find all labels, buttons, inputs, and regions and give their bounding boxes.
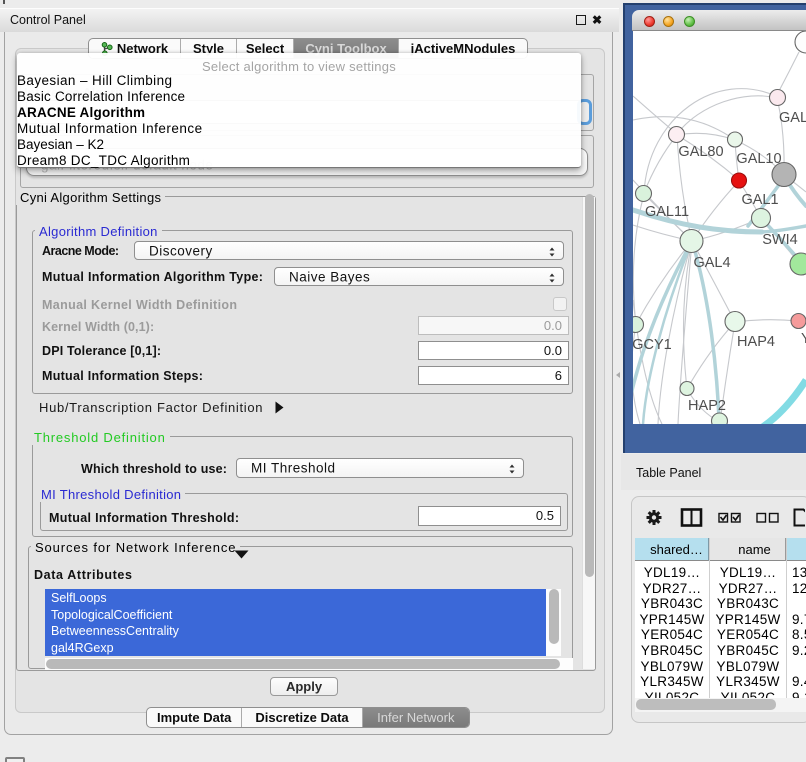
svg-text:GCY1: GCY1 [633,337,672,353]
svg-text:GAL7: GAL7 [779,110,806,126]
svg-text:GAL4: GAL4 [693,255,730,271]
svg-text:GAL11: GAL11 [645,204,689,220]
svg-text:GAL10: GAL10 [736,151,781,167]
svg-text:HAP4: HAP4 [737,334,775,350]
svg-text:Y: Y [801,331,806,347]
svg-text:HAP2: HAP2 [688,398,726,414]
svg-text:GAL1: GAL1 [741,192,778,208]
svg-text:SWI4: SWI4 [762,232,797,248]
svg-text:GAL80: GAL80 [678,144,723,160]
